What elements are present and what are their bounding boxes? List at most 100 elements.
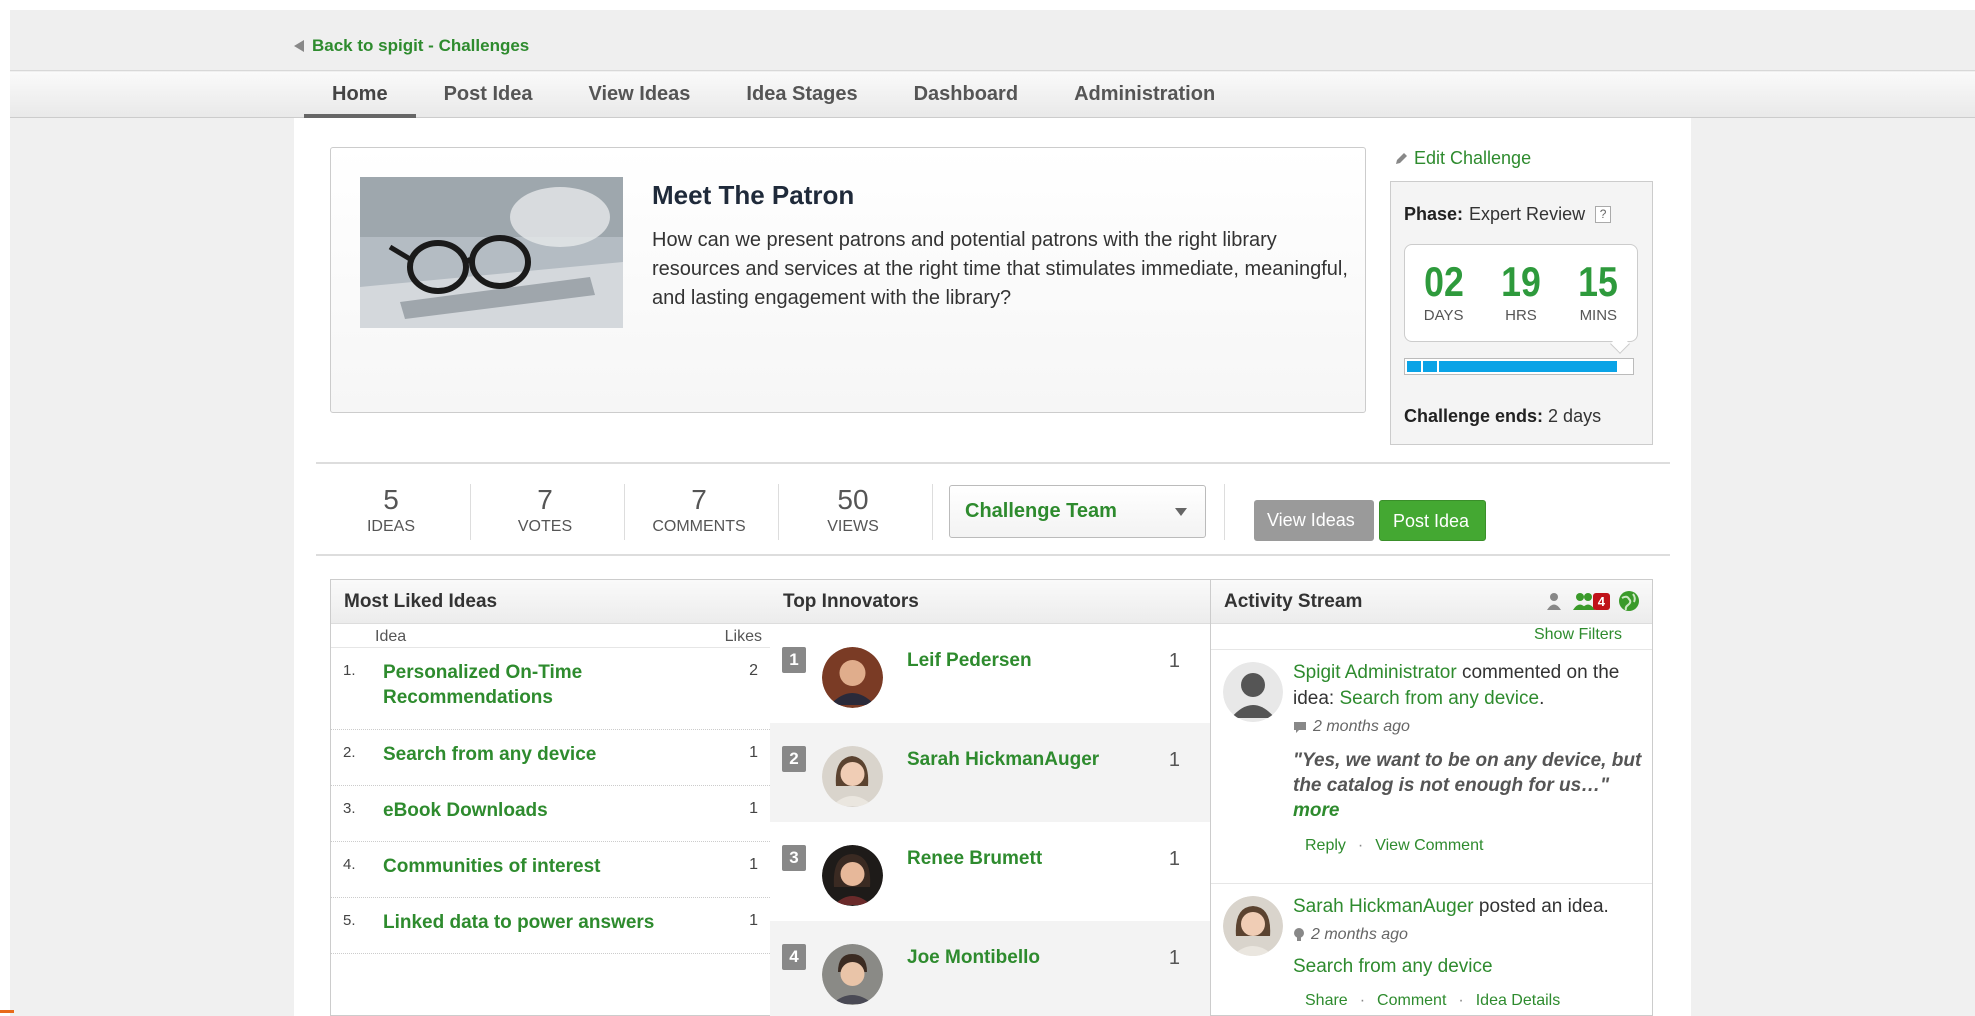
phase-progress-bar <box>1404 358 1634 375</box>
tab-view-ideas[interactable]: View Ideas <box>561 72 719 118</box>
posted-idea-link[interactable]: Search from any device <box>1293 954 1643 980</box>
idea-details-link[interactable]: Idea Details <box>1476 988 1561 1014</box>
idea-link[interactable]: Linked data to power answers <box>383 910 683 935</box>
likes-count: 1 <box>749 912 758 929</box>
show-filters-link[interactable]: Show Filters <box>1211 624 1652 650</box>
comment-link[interactable]: Comment <box>1377 988 1446 1014</box>
hours-label: HRS <box>1505 307 1537 324</box>
rank-badge: 3 <box>782 845 806 871</box>
innovator-name[interactable]: Leif Pedersen <box>907 650 1032 672</box>
activity-time: 2 months ago <box>1313 718 1410 735</box>
innovator-name[interactable]: Renee Brumett <box>907 848 1042 870</box>
idea-link[interactable]: Personalized On-Time Recommendations <box>383 660 683 710</box>
actor-link[interactable]: Sarah HickmanAuger <box>1293 896 1474 917</box>
stat-value: 7 <box>537 484 553 515</box>
liked-idea-row: 1. Personalized On-Time Recommendations … <box>331 648 770 730</box>
challenge-team-dropdown[interactable]: Challenge Team <box>949 485 1206 538</box>
share-link[interactable]: Share <box>1305 988 1348 1014</box>
idea-link[interactable]: Communities of interest <box>383 854 683 879</box>
challenge-description: How can we present patrons and potential… <box>652 229 1348 309</box>
countdown-days: 02 DAYS <box>1409 261 1479 341</box>
activity-body: Spigit Administrator commented on the id… <box>1293 660 1643 859</box>
activity-tail: . <box>1539 688 1545 709</box>
back-to-challenges-link[interactable]: Back to spigit - Challenges <box>294 36 529 56</box>
activity-summary: Spigit Administrator commented on the id… <box>1293 660 1643 712</box>
avatar[interactable] <box>822 845 883 906</box>
stat-views[interactable]: 50 VIEWS <box>778 484 928 536</box>
innovator-name[interactable]: Joe Montibello <box>907 947 1040 969</box>
edit-challenge-link[interactable]: Edit Challenge <box>1394 148 1531 169</box>
activity-time: 2 months ago <box>1311 926 1408 943</box>
progress-segment <box>1407 361 1421 372</box>
globe-icon[interactable] <box>1618 590 1640 612</box>
reply-link[interactable]: Reply <box>1305 833 1346 859</box>
person-icon[interactable] <box>1544 591 1564 611</box>
actor-link[interactable]: Spigit Administrator <box>1293 662 1457 683</box>
view-comment-link[interactable]: View Comment <box>1375 833 1483 859</box>
help-icon[interactable]: ? <box>1595 206 1612 223</box>
liked-idea-row: 3. eBook Downloads 1 <box>331 786 770 842</box>
phase-value: Expert Review <box>1469 204 1586 224</box>
minutes-label: MINS <box>1579 307 1618 324</box>
target-idea-link[interactable]: Search from any device <box>1339 688 1539 709</box>
activity-filter-icons: 4 <box>1544 590 1640 612</box>
avatar[interactable] <box>822 647 883 708</box>
idea-link[interactable]: Search from any device <box>383 742 683 767</box>
most-liked-panel: Most Liked Ideas Idea Likes 1. Personali… <box>330 579 771 1016</box>
hours-value: 19 <box>1501 258 1541 305</box>
more-link[interactable]: more <box>1293 800 1339 821</box>
nav-tabs: Home Post Idea View Ideas Idea Stages Da… <box>304 72 1243 118</box>
stat-comments[interactable]: 7 COMMENTS <box>624 484 774 536</box>
tab-idea-stages[interactable]: Idea Stages <box>718 72 885 118</box>
chevron-down-icon <box>1175 508 1187 516</box>
activity-actions: Reply · View Comment <box>1293 833 1643 859</box>
liked-idea-row: 4. Communities of interest 1 <box>331 842 770 898</box>
col-idea: Idea <box>375 628 407 645</box>
liked-idea-row: 5. Linked data to power answers 1 <box>331 898 770 954</box>
main-content: Meet The Patron How can we present patro… <box>294 118 1691 1016</box>
innovator-name[interactable]: Sarah HickmanAuger <box>907 749 1099 771</box>
rank-badge: 2 <box>782 746 806 772</box>
back-link-label: Back to spigit - Challenges <box>312 36 530 55</box>
minutes-value: 15 <box>1578 258 1619 305</box>
back-arrow-icon <box>294 40 304 52</box>
innovator-row: 3 Renee Brumett 1 <box>770 822 1210 921</box>
challenge-hero: Meet The Patron How can we present patro… <box>330 147 1366 413</box>
innovator-row: 2 Sarah HickmanAuger 1 <box>770 723 1210 822</box>
stat-ideas[interactable]: 5 IDEAS <box>316 484 466 536</box>
row-index: 3. <box>343 800 356 817</box>
activity-actions: Share · Comment · Idea Details <box>1293 988 1643 1014</box>
countdown-hours: 19 HRS <box>1486 261 1556 341</box>
avatar[interactable] <box>822 746 883 807</box>
edit-challenge-label: Edit Challenge <box>1414 148 1532 168</box>
notification-badge: 4 <box>1592 592 1610 610</box>
likes-count: 1 <box>749 856 758 873</box>
tab-dashboard[interactable]: Dashboard <box>886 72 1046 118</box>
top-innovators-title: Top Innovators <box>770 580 1210 624</box>
ends-value: 2 days <box>1548 406 1602 426</box>
ends-label: Challenge ends: <box>1404 406 1544 426</box>
separator: · <box>1359 992 1366 1009</box>
innovator-row: 4 Joe Montibello 1 <box>770 921 1210 1016</box>
tab-administration[interactable]: Administration <box>1046 72 1243 118</box>
avatar[interactable] <box>822 944 883 1005</box>
activity-title: Activity Stream <box>1224 591 1363 612</box>
rank-badge: 4 <box>782 944 806 970</box>
activity-item: Sarah HickmanAuger posted an idea. 2 mon… <box>1211 884 1652 1016</box>
stat-label: VIEWS <box>827 518 879 535</box>
avatar[interactable] <box>1223 896 1283 956</box>
likes-count: 2 <box>749 662 758 679</box>
activity-verb: posted an idea. <box>1473 896 1609 917</box>
stat-votes[interactable]: 7 VOTES <box>470 484 620 536</box>
view-ideas-button[interactable]: View Ideas <box>1254 500 1374 541</box>
post-idea-button[interactable]: Post Idea <box>1379 500 1486 541</box>
idea-link[interactable]: eBook Downloads <box>383 798 683 823</box>
row-index: 5. <box>343 912 356 929</box>
activity-item: Spigit Administrator commented on the id… <box>1211 650 1652 884</box>
default-avatar-icon[interactable] <box>1223 662 1283 722</box>
stat-label: COMMENTS <box>652 518 746 535</box>
group-filter[interactable]: 4 <box>1572 591 1610 611</box>
tab-post-idea[interactable]: Post Idea <box>416 72 561 118</box>
tab-home[interactable]: Home <box>304 72 416 118</box>
innovator-score: 1 <box>1168 749 1180 771</box>
